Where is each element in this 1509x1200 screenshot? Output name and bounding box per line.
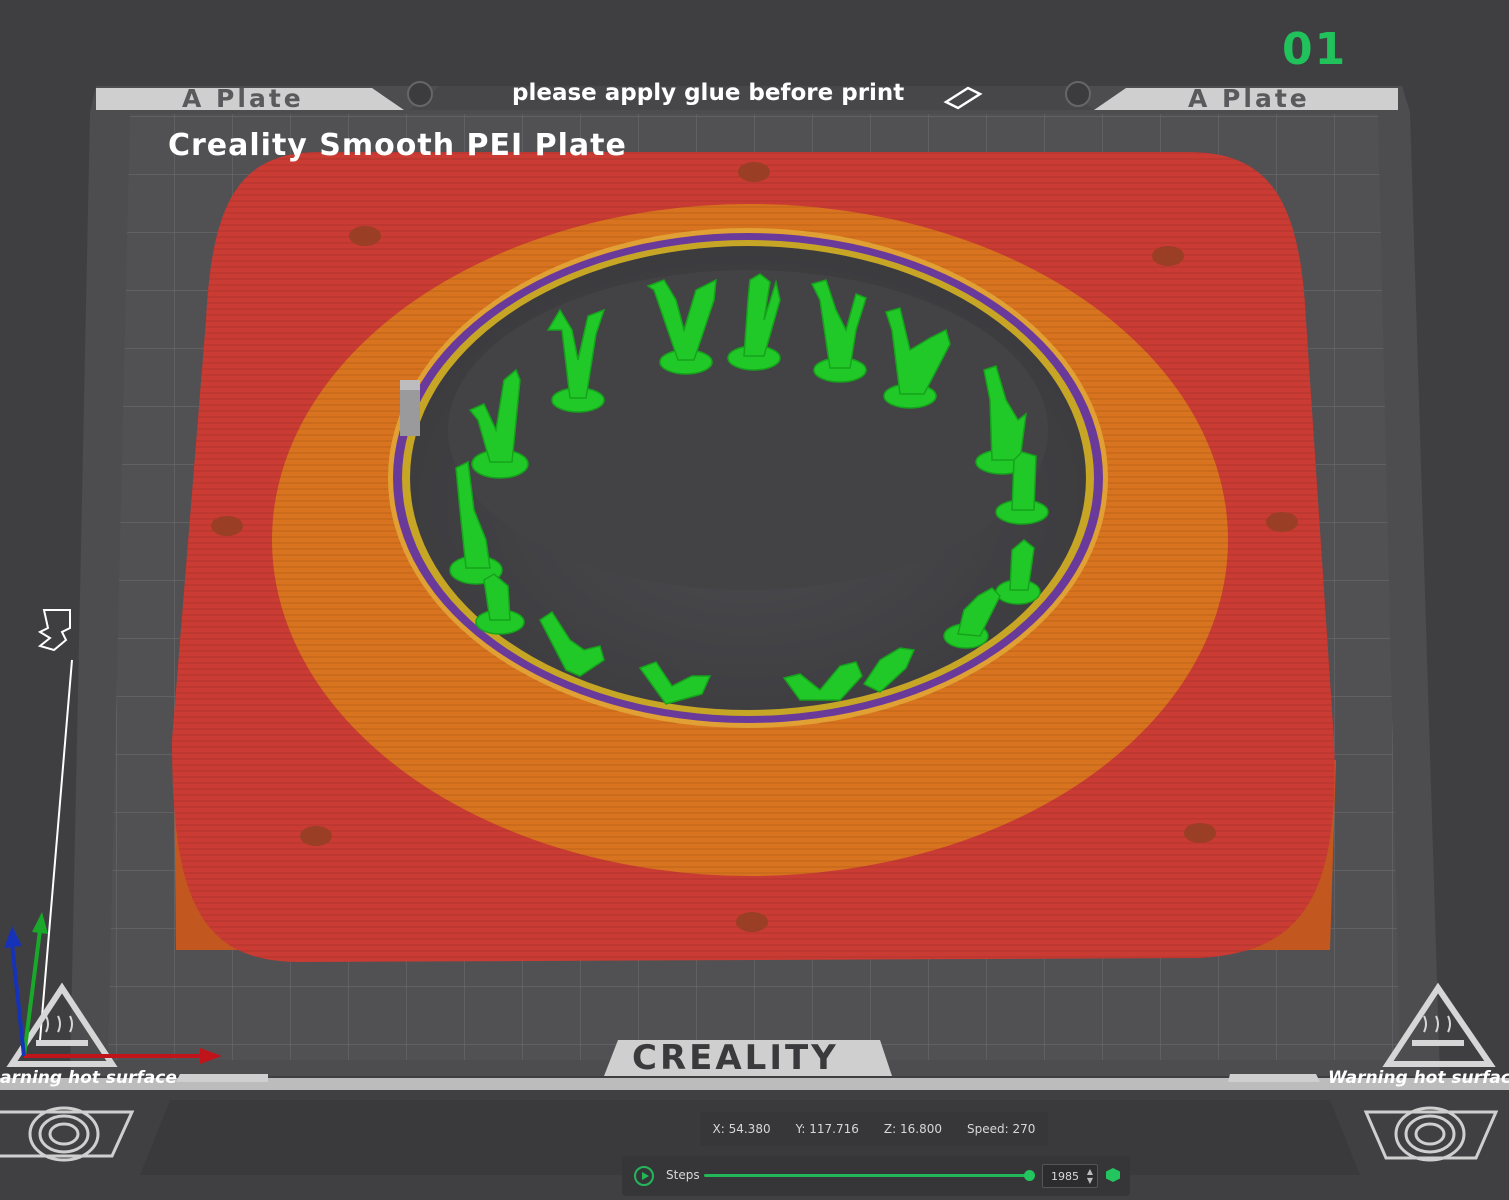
plate-type-title: Creality Smooth PEI Plate [168,128,627,163]
speed-readout: Speed: 270 [967,1122,1036,1136]
steps-toolbar: Steps 1985 ▲ ▼ [622,1156,1130,1196]
glue-notice: please apply glue before print [512,80,905,106]
nozzle-ruler [37,609,73,1041]
y-coordinate: Y: 117.716 [795,1122,859,1136]
warning-left: arning hot surface [0,1068,177,1088]
plate-tab-right-label: A Plate [1188,84,1310,113]
steps-value: 1985 [1051,1170,1079,1183]
3d-viewport[interactable] [0,0,1509,1200]
steps-slider-knob[interactable] [1024,1170,1035,1181]
warning-right: Warning hot surface [1328,1068,1509,1088]
spinner-arrows-icon[interactable]: ▲ ▼ [1087,1167,1093,1185]
plate-hole-left [407,81,433,107]
x-coordinate: X: 54.380 [712,1122,771,1136]
steps-input[interactable]: 1985 ▲ ▼ [1042,1164,1098,1188]
steps-label: Steps [666,1168,700,1182]
z-coordinate: Z: 16.800 [883,1122,942,1136]
steps-slider[interactable] [704,1174,1030,1177]
cube-icon[interactable] [1106,1168,1120,1182]
play-icon[interactable] [634,1166,654,1186]
plate-tab-left-label: A Plate [182,84,304,113]
rail-left [176,1074,268,1082]
printed-model[interactable] [172,152,1336,962]
plate-number: 01 [1282,24,1348,75]
rail-right [1228,1074,1320,1082]
position-readout: X: 54.380 Y: 117.716 Z: 16.800 Speed: 27… [700,1112,1048,1146]
brand-logo: CREALITY [632,1038,839,1078]
plate-hole-right [1065,81,1091,107]
